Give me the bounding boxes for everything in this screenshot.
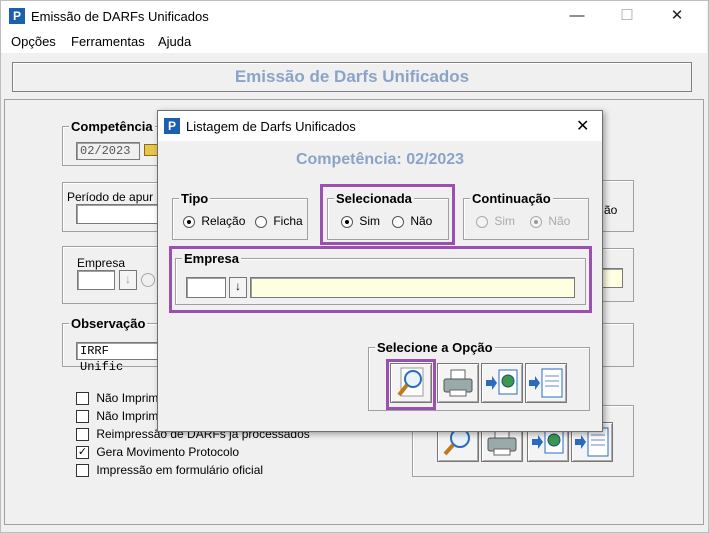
checkbox[interactable] <box>76 392 89 406</box>
export-button[interactable] <box>481 363 523 403</box>
observacao-label: Observação <box>69 316 148 331</box>
radio[interactable] <box>392 215 404 228</box>
window-title: Emissão de DARFs Unificados <box>31 9 209 24</box>
banner-title: Emissão de Darfs Unificados <box>12 62 692 92</box>
competencia-label: Competência <box>69 119 155 134</box>
checkbox-checked[interactable]: ✓ <box>76 446 89 460</box>
close-button[interactable]: ✕ <box>654 1 700 31</box>
continuacao-nao-radio[interactable]: Não <box>530 214 570 228</box>
continuacao-sim-label: Sim <box>494 214 516 228</box>
radio-selected[interactable] <box>341 215 353 228</box>
tipo-relacao-radio[interactable]: Relação <box>183 214 245 228</box>
folder-icon[interactable] <box>144 144 158 156</box>
menu-opcoes[interactable]: Opções <box>7 31 60 53</box>
tipo-relacao-label: Relação <box>201 214 246 228</box>
globe-export-icon <box>486 369 518 395</box>
opcao-label: Selecione a Opção <box>375 340 495 355</box>
menu-ajuda[interactable]: Ajuda <box>154 31 195 53</box>
checkbox[interactable] <box>76 410 89 424</box>
empresa-drop-button[interactable]: ↓ <box>119 270 137 290</box>
dialog-competencia: Competência: 02/2023 <box>295 151 465 168</box>
right-fragment-label: ão <box>604 203 618 217</box>
radio-disabled-selected[interactable] <box>530 215 542 228</box>
document-button[interactable] <box>525 363 567 403</box>
dialog-app-icon: P <box>164 118 180 134</box>
selecionada-sim-radio[interactable]: Sim <box>341 214 380 228</box>
continuacao-nao-label: Não <box>548 214 571 228</box>
print-button[interactable] <box>437 363 479 403</box>
dialog-empresa-name-field[interactable] <box>250 277 575 298</box>
dialog-close-button[interactable]: ✕ <box>576 116 589 136</box>
empresa-code-field[interactable] <box>77 270 115 290</box>
selecionada-sim-label: Sim <box>359 214 381 228</box>
title-bar: P Emissão de DARFs Unificados — ☐ ✕ <box>1 1 707 31</box>
magnifier-icon <box>397 367 424 397</box>
tipo-label: Tipo <box>179 191 211 206</box>
app-icon: P <box>9 8 25 24</box>
continuacao-sim-radio[interactable]: Sim <box>476 214 515 228</box>
tipo-ficha-radio[interactable]: Ficha <box>255 214 303 228</box>
checkbox[interactable] <box>76 428 89 442</box>
observacao-field[interactable]: IRRF Unific <box>76 342 158 374</box>
continuacao-label: Continuação <box>470 191 553 206</box>
check-row-2[interactable]: Não Imprim <box>76 409 159 424</box>
radio[interactable] <box>255 215 267 228</box>
check-row-4[interactable]: ✓ Gera Movimento Protocolo <box>76 445 240 460</box>
dialog-empresa-code-field[interactable] <box>186 277 226 298</box>
printer-icon <box>443 369 473 397</box>
periodo-field[interactable] <box>76 204 158 224</box>
selecionada-nao-label: Não <box>410 214 433 228</box>
selecionada-nao-radio[interactable]: Não <box>392 214 432 228</box>
selecionada-label: Selecionada <box>334 191 414 206</box>
check-label-2: Não Imprim <box>96 409 159 423</box>
radio-disabled[interactable] <box>476 215 488 228</box>
document-icon <box>529 368 563 398</box>
dialog-empresa-label: Empresa <box>182 251 241 266</box>
minimize-button[interactable]: — <box>554 1 600 31</box>
preview-button[interactable] <box>390 363 432 403</box>
search-icon[interactable] <box>141 273 155 287</box>
check-label-1: Não Imprim <box>96 391 159 405</box>
competencia-field[interactable]: 02/2023 <box>76 142 140 160</box>
check-row-1[interactable]: Não Imprim <box>76 391 159 406</box>
check-label-5: Impressão em formulário oficial <box>96 463 264 477</box>
tipo-ficha-label: Ficha <box>273 214 303 228</box>
dialog-title-bar: P Listagem de Darfs Unificados ✕ <box>158 111 602 141</box>
check-row-5[interactable]: Impressão em formulário oficial <box>76 463 264 478</box>
menu-ferramentas[interactable]: Ferramentas <box>67 31 149 53</box>
periodo-label: Período de apur <box>67 190 154 204</box>
dialog-empresa-drop-button[interactable]: ↓ <box>229 277 247 298</box>
check-label-4: Gera Movimento Protocolo <box>96 445 240 459</box>
maximize-button[interactable]: ☐ <box>604 1 650 31</box>
listagem-dialog: P Listagem de Darfs Unificados ✕ Competê… <box>157 110 603 432</box>
right-group-3 <box>598 323 634 367</box>
menu-bar: Opções Ferramentas Ajuda <box>1 31 707 53</box>
dialog-title: Listagem de Darfs Unificados <box>186 119 356 134</box>
empresa-label: Empresa <box>77 256 126 270</box>
radio-selected[interactable] <box>183 215 195 228</box>
checkbox[interactable] <box>76 464 89 478</box>
